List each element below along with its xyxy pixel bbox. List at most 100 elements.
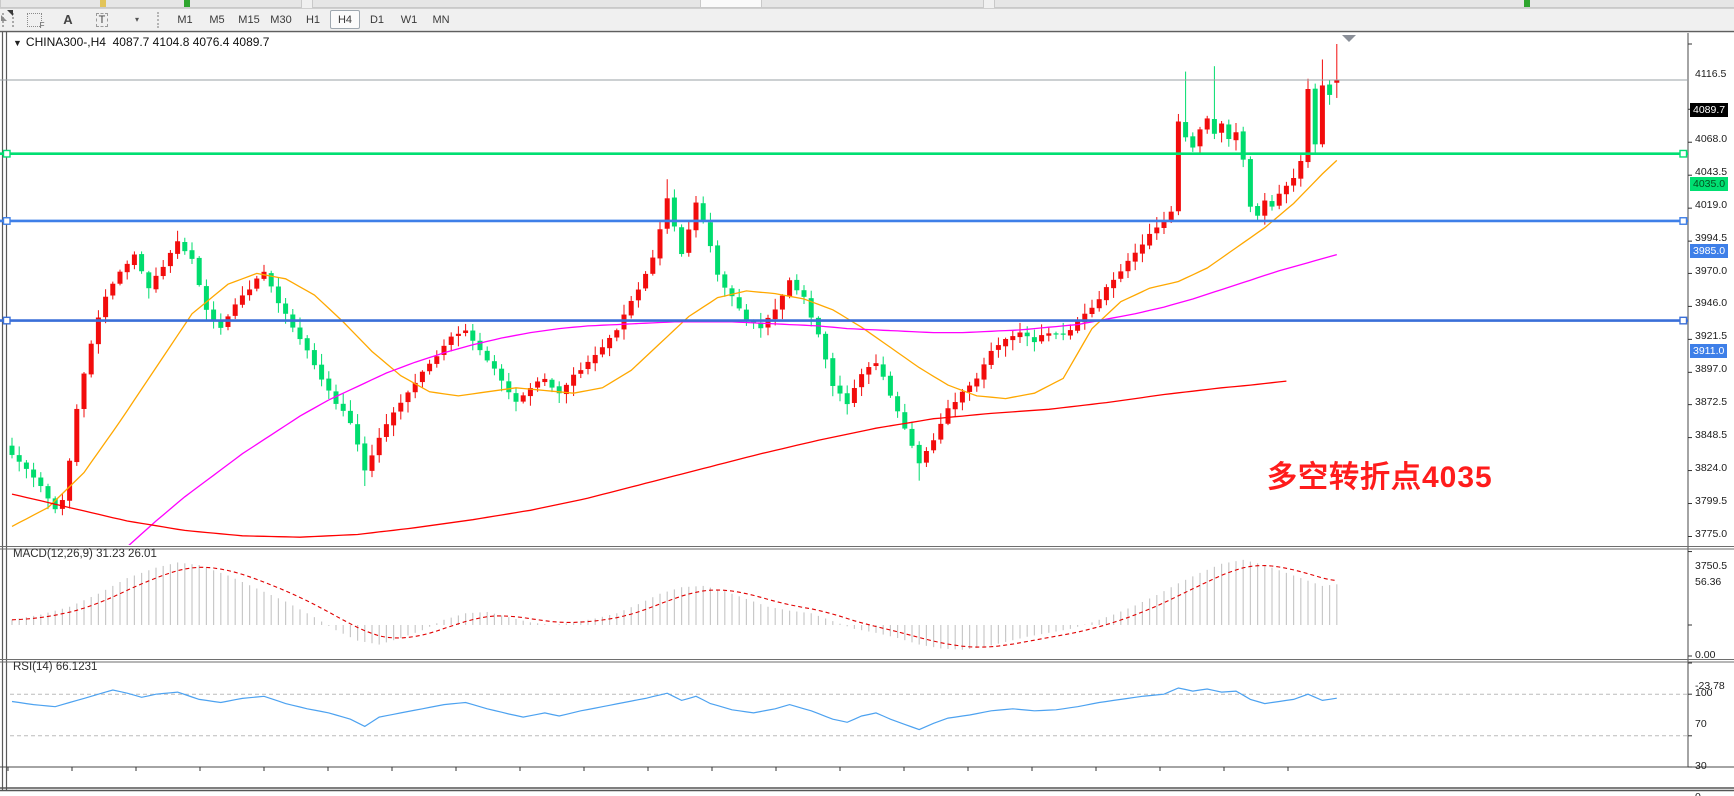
candle-body-up[interactable] [1205,118,1210,129]
chart-annotation-text[interactable]: 多空转折点4035 [1267,452,1493,496]
candle-body-up[interactable] [1291,178,1296,186]
hline-handle[interactable] [1680,218,1687,225]
candle-body-down[interactable] [737,297,742,308]
candle-body-up[interactable] [463,330,468,333]
candle-body-down[interactable] [182,242,187,251]
candle-body-up[interactable] [521,395,526,401]
timeframe-button-mn[interactable]: MN [426,10,456,29]
candle-body-up[interactable] [82,374,87,409]
candle-body-up[interactable] [175,241,180,254]
candle-body-down[interactable] [485,351,490,361]
candle-body-down[interactable] [917,445,922,463]
candle-body-up[interactable] [1140,245,1145,254]
candle-body-down[interactable] [794,280,799,290]
draw-objects-button[interactable]: ▾ [120,10,152,29]
candle-body-up[interactable] [931,440,936,450]
candle-body-up[interactable] [1320,85,1325,144]
candle-body-up[interactable] [118,272,123,284]
candle-body-up[interactable] [600,347,605,354]
candle-body-up[interactable] [665,198,670,228]
candle-body-down[interactable] [298,328,303,340]
timeframe-button-m5[interactable]: M5 [202,10,232,29]
candle-body-up[interactable] [1219,124,1224,133]
timeframe-button-h1[interactable]: H1 [298,10,328,29]
candle-body-up[interactable] [1262,201,1267,216]
candle-body-up[interactable] [420,372,425,382]
candle-body-down[interactable] [802,290,807,297]
candle-body-up[interactable] [240,295,245,304]
chart-canvas[interactable] [0,30,1734,796]
candle-body-down[interactable] [881,364,886,376]
timeframe-button-m30[interactable]: M30 [266,10,296,29]
candle-body-down[interactable] [46,486,51,498]
candle-body-down[interactable] [715,245,720,274]
candle-body-up[interactable] [924,451,929,463]
candle-body-up[interactable] [1162,222,1167,228]
candle-body-down[interactable] [506,381,511,392]
candle-body-up[interactable] [398,403,403,412]
candle-body-up[interactable] [787,280,792,296]
candle-body-up[interactable] [1010,336,1015,340]
timeframe-button-m15[interactable]: M15 [234,10,264,29]
candle-body-down[interactable] [1226,124,1231,139]
font-tool-button[interactable]: A [52,10,84,29]
hline-handle[interactable] [4,150,11,157]
candle-body-down[interactable] [1248,159,1253,207]
timeframe-button-d1[interactable]: D1 [362,10,392,29]
candle-body-down[interactable] [888,376,893,396]
candle-body-up[interactable] [254,279,259,289]
candle-body-down[interactable] [514,393,519,402]
candle-body-up[interactable] [1039,335,1044,341]
candle-body-down[interactable] [204,286,209,310]
candle-body-down[interactable] [269,273,274,286]
candle-body-down[interactable] [341,404,346,411]
candle-body-up[interactable] [103,297,108,317]
candle-body-down[interactable] [492,361,497,368]
candle-body-up[interactable] [571,375,576,386]
candle-body-up[interactable] [1277,194,1282,206]
candle-body-up[interactable] [946,408,951,423]
candle-body-up[interactable] [1284,186,1289,194]
candle-body-up[interactable] [586,362,591,369]
candle-body-up[interactable] [406,392,411,402]
candle-body-down[interactable] [362,443,367,470]
hline-handle[interactable] [4,218,11,225]
candle-body-down[interactable] [895,396,900,411]
candle-body-up[interactable] [996,345,1001,350]
candle-body-up[interactable] [74,409,79,462]
candle-body-up[interactable] [852,388,857,403]
candle-body-up[interactable] [370,455,375,470]
candle-body-down[interactable] [708,222,713,246]
candle-body-up[interactable] [1111,280,1116,288]
candle-body-up[interactable] [542,379,547,382]
candle-body-up[interactable] [1176,122,1181,212]
candle-body-up[interactable] [110,284,115,296]
candle-body-down[interactable] [146,272,151,288]
candle-body-down[interactable] [1241,131,1246,159]
candle-body-up[interactable] [643,274,648,289]
candle-body-down[interactable] [1190,136,1195,147]
candle-body-up[interactable] [1003,339,1008,346]
chart-window[interactable]: ▼CHINA300-,H4 4087.7 4104.8 4076.4 4089.… [0,30,1734,796]
candle-body-up[interactable] [1298,161,1303,179]
hline-handle[interactable] [1680,150,1687,157]
candle-body-up[interactable] [614,330,619,337]
candle-body-up[interactable] [629,301,634,315]
candle-body-down[interactable] [1183,122,1188,137]
candle-body-down[interactable] [838,386,843,394]
candle-body-up[interactable] [874,363,879,366]
candle-body-up[interactable] [1046,333,1051,335]
candle-body-up[interactable] [960,392,965,403]
candle-body-down[interactable] [197,258,202,285]
candle-body-down[interactable] [1025,333,1030,337]
candle-body-up[interactable] [607,338,612,348]
candle-body-up[interactable] [1075,322,1080,331]
candle-body-down[interactable] [355,424,360,444]
candle-body-up[interactable] [456,334,461,336]
candle-body-up[interactable] [578,370,583,374]
candle-body-down[interactable] [1032,337,1037,342]
timeframe-button-m1[interactable]: M1 [170,10,200,29]
candle-body-up[interactable] [434,356,439,364]
candle-body-up[interactable] [974,379,979,387]
candle-body-up[interactable] [953,402,958,409]
